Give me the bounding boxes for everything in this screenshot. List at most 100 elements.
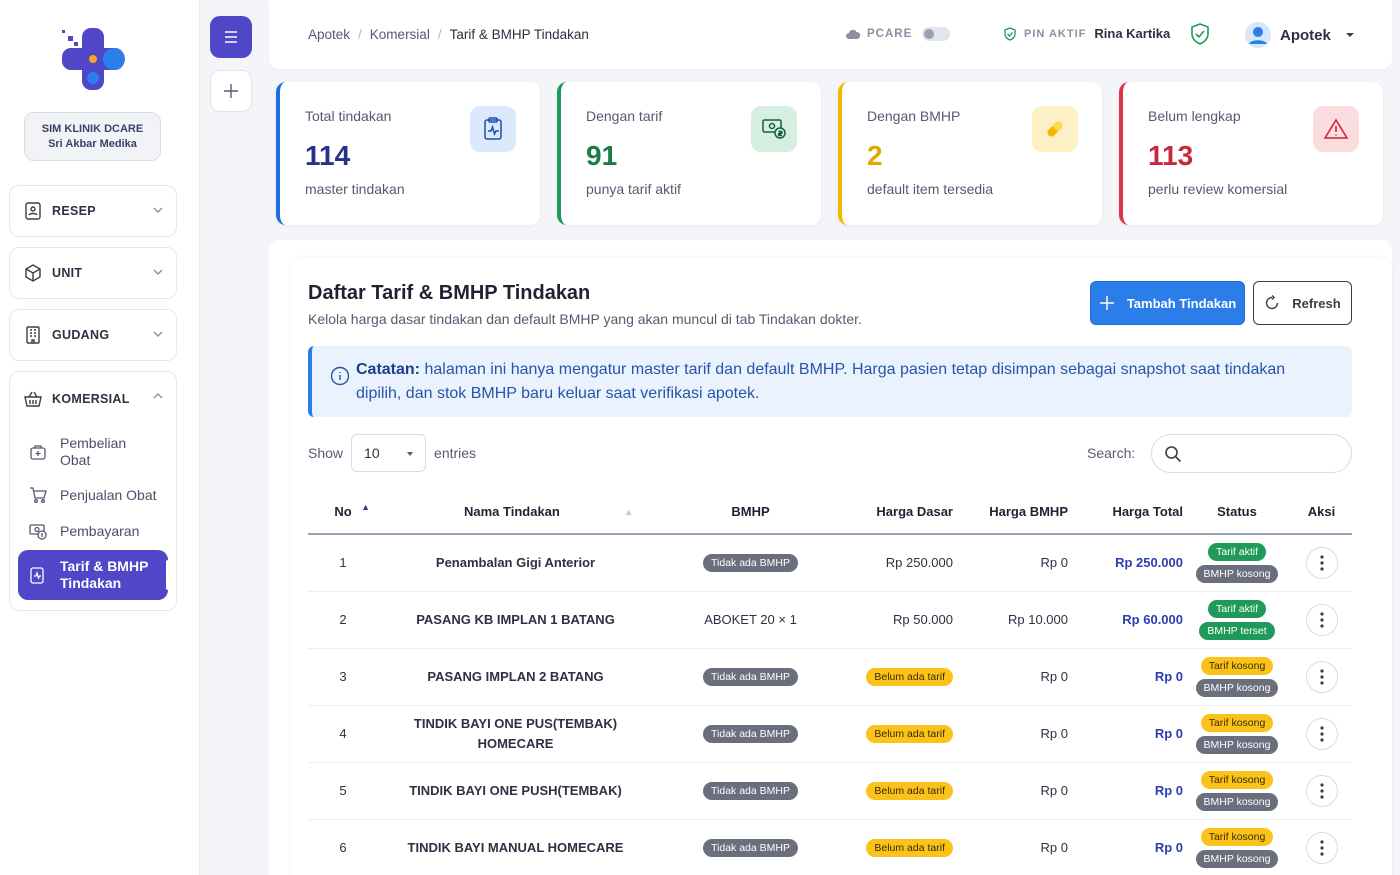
table-row[interactable]: 5 TINDIK BAYI ONE PUSH(TEMBAK) Tidak ada B… [308, 762, 1352, 820]
breadcrumb-item-komersial[interactable]: Komersial [370, 27, 430, 42]
row-actions-button[interactable] [1305, 717, 1338, 750]
row-actions-button[interactable] [1305, 774, 1338, 807]
sidebar-item-pembelian-obat[interactable]: Pembelian Obat [10, 434, 170, 470]
row-actions-button[interactable] [1305, 546, 1338, 579]
status-badge: BMHP kosong [1195, 792, 1279, 811]
cell-nama-tindakan: Penambalan Gigi Anterior [378, 534, 653, 592]
cell-aksi [1291, 534, 1352, 592]
table-row[interactable]: 3 PASANG IMPLAN 2 BATANG Tidak ada BMHP Bel… [308, 648, 1352, 706]
cell-no: 1 [308, 534, 378, 592]
status-badge: BMHP kosong [1195, 849, 1279, 868]
status-badge: BMHP kosong [1195, 564, 1279, 583]
info-note: Catatan: halaman ini hanya mengatur mast… [308, 346, 1352, 417]
col-header-harga-bmhp[interactable]: Harga BMHP [953, 490, 1068, 535]
tarif-badge: Belum ada tarif [866, 667, 953, 686]
menu-toggle-button[interactable] [210, 16, 252, 58]
cell-harga-bmhp: Rp 0 [953, 534, 1068, 592]
menu-group-unit[interactable]: UNIT [9, 247, 177, 299]
search-icon [1165, 445, 1182, 462]
clinic-branch: Sri Akbar Medika [48, 138, 137, 150]
user-menu[interactable]: Apotek [1245, 22, 1355, 48]
col-header-no[interactable]: No ▲ [308, 490, 378, 535]
menu-group-komersial[interactable]: KOMERSIAL Pembelian Obat Penjualan Obat … [9, 371, 177, 611]
sort-asc-icon: ▲ [361, 502, 370, 512]
prescription-icon [22, 200, 44, 222]
status-badge: Tarif aktif [1207, 599, 1266, 618]
status-badge: BMHP kosong [1195, 735, 1279, 754]
sidebar-item-label: Tarif & BMHP Tindakan [60, 558, 149, 591]
clinic-name: SIM KLINIK DCARE [41, 123, 144, 135]
stat-label: Dengan tarif [586, 108, 663, 124]
bmhp-badge: Tidak ada BMHP [703, 724, 798, 743]
cell-harga-total: Rp 60.000 [1068, 591, 1183, 649]
sidebar-item-pembayaran[interactable]: Pembayaran [10, 520, 139, 542]
col-header-status[interactable]: Status [1183, 490, 1291, 535]
tarif-badge: Belum ada tarif [866, 781, 953, 800]
cell-no: 5 [308, 762, 378, 820]
refresh-icon [1266, 295, 1279, 310]
search-input[interactable] [1151, 434, 1352, 473]
cube-icon [22, 262, 44, 284]
table-row[interactable]: 4 TINDIK BAYI ONE PUS(TEMBAK) HOMECARE Tid… [308, 705, 1352, 763]
cell-nama-tindakan: PASANG KB IMPLAN 1 BATANG [378, 591, 653, 649]
pcare-status: PCARE [845, 27, 951, 41]
cash-coin-icon [751, 106, 797, 152]
row-actions-button[interactable] [1305, 660, 1338, 693]
col-header-bmhp[interactable]: BMHP [653, 490, 848, 535]
cash-icon [28, 521, 48, 541]
breadcrumb-item-apotek[interactable]: Apotek [308, 27, 350, 42]
breadcrumb: Apotek / Komersial / Tarif & BMHP Tindak… [308, 27, 589, 42]
table-row[interactable]: 2 PASANG KB IMPLAN 1 BATANG ABOKET 20 × 1 R… [308, 591, 1352, 649]
show-label: Show [308, 445, 344, 461]
avatar [1245, 22, 1271, 48]
col-header-harga-total[interactable]: Harga Total [1068, 490, 1183, 535]
stat-label: Belum lengkap [1148, 108, 1241, 124]
menu-label-gudang: GUDANG [52, 328, 110, 342]
cell-aksi [1291, 648, 1352, 706]
menu-group-resep[interactable]: RESEP [9, 185, 177, 237]
note-text: halaman ini hanya mengatur master tarif … [356, 361, 1286, 402]
pcare-toggle[interactable] [922, 27, 951, 41]
row-actions-button[interactable] [1305, 831, 1338, 864]
row-actions-button[interactable] [1305, 603, 1338, 636]
refresh-label: Refresh [1292, 295, 1341, 311]
shield-verified-icon[interactable] [1189, 22, 1211, 46]
cell-bmhp: Tidak ada BMHP [653, 762, 848, 820]
cell-nama-tindakan: TINDIK BAYI ONE PUSH(TEMBAK) [378, 762, 653, 820]
status-badge: BMHP terset [1199, 621, 1275, 640]
table-row[interactable]: 6 TINDIK BAYI MANUAL HOMECARE Tidak ada BM… [308, 819, 1352, 875]
page-subtitle: Kelola harga dasar tindakan dan default … [308, 311, 862, 327]
table-row[interactable]: 1 Penambalan Gigi Anterior Tidak ada BMHP R… [308, 534, 1352, 592]
kebab-icon [1319, 782, 1324, 799]
menu-group-gudang[interactable]: GUDANG [9, 309, 177, 361]
cell-status: Tarif kosong BMHP kosong [1183, 819, 1291, 875]
cell-harga-bmhp: Rp 10.000 [953, 591, 1068, 649]
entries-select[interactable]: 10 [351, 434, 427, 472]
chevron-down-icon [153, 269, 163, 275]
add-tindakan-label: Tambah Tindakan [1126, 295, 1237, 311]
refresh-button[interactable]: Refresh [1253, 281, 1352, 325]
add-button[interactable] [210, 70, 252, 112]
caret-down-icon [1345, 33, 1354, 37]
cell-bmhp: Tidak ada BMHP [653, 648, 848, 706]
col-header-harga-dasar[interactable]: Harga Dasar [848, 490, 953, 535]
cloud-icon [846, 29, 861, 39]
status-badge: Tarif kosong [1200, 713, 1274, 732]
cell-aksi [1291, 762, 1352, 820]
stat-sub: perlu review komersial [1148, 181, 1288, 197]
tarif-table: No ▲ Nama Tindakan ▲ BMHP Harga Dasar Harg… [308, 490, 1352, 875]
col-header-nama[interactable]: Nama Tindakan ▲ [378, 490, 653, 535]
stat-card-tarif: Dengan tarif 91 punya tarif aktif [557, 82, 821, 225]
menu-label-unit: UNIT [52, 266, 83, 280]
cell-no: 4 [308, 705, 378, 763]
bmhp-badge: Tidak ada BMHP [703, 781, 798, 800]
sidebar-item-tarif-bmhp[interactable]: Tarif & BMHP Tindakan [18, 550, 170, 600]
stat-label: Dengan BMHP [867, 108, 961, 124]
note-title: Catatan: [356, 361, 421, 378]
breadcrumb-separator: / [437, 27, 442, 42]
cell-no: 3 [308, 648, 378, 706]
add-tindakan-button[interactable]: Tambah Tindakan [1090, 281, 1245, 325]
capsule-icon [1032, 106, 1078, 152]
sidebar-item-penjualan-obat[interactable]: Penjualan Obat [10, 484, 157, 506]
kebab-icon [1319, 725, 1324, 742]
